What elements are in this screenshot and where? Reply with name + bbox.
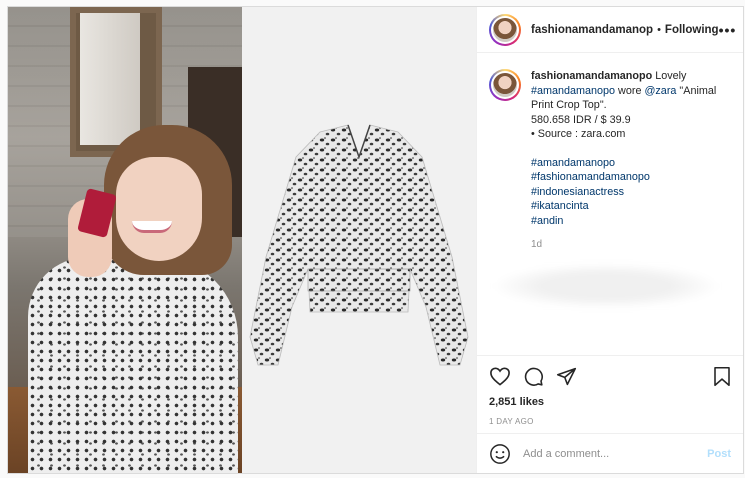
crop-top-image: [249, 124, 469, 366]
avatar[interactable]: [489, 69, 521, 101]
model-photo: [8, 7, 242, 473]
caption-text-wore: wore: [618, 84, 642, 97]
hashtag-link[interactable]: #ikatancinta: [531, 199, 731, 214]
avatar[interactable]: [489, 13, 521, 46]
caption-mention-brand[interactable]: @zara: [644, 85, 676, 97]
instagram-post: fashionamandamanop • Following ••• fashi…: [7, 6, 744, 474]
comment-icon[interactable]: [523, 366, 544, 387]
model-shirt: [28, 257, 238, 473]
caption-username[interactable]: fashionamandamanopo: [531, 70, 652, 82]
post-actions: 2,851 likes 1 DAY AGO: [477, 355, 743, 433]
caption-text: Lovely: [655, 70, 687, 82]
hashtag-link[interactable]: #indonesianactress: [531, 185, 731, 200]
action-icons: [489, 364, 731, 388]
post-header: fashionamandamanop • Following •••: [477, 7, 743, 53]
post-media[interactable]: [8, 7, 476, 473]
caption-price: 580.658 IDR / $ 39.9: [531, 113, 631, 126]
model-face: [116, 157, 202, 261]
window-curtain: [80, 13, 140, 145]
comment-input[interactable]: [523, 447, 708, 460]
more-icon[interactable]: •••: [719, 22, 737, 38]
hashtag-link[interactable]: #fashionamandamanopo: [531, 170, 731, 185]
following-button[interactable]: Following: [665, 24, 719, 36]
post-comment-button[interactable]: Post: [707, 448, 731, 460]
hashtag-link[interactable]: #andin: [531, 214, 731, 229]
likes-count[interactable]: 2,851 likes: [489, 396, 731, 408]
caption-timestamp: 1d: [531, 239, 543, 250]
bookmark-icon[interactable]: [713, 366, 731, 387]
header-separator: •: [657, 23, 661, 36]
caption-source: • Source : zara.com: [531, 128, 626, 140]
product-photo: [242, 7, 476, 473]
blurred-comments: [491, 262, 721, 309]
model-smile: [132, 221, 172, 233]
post-sidebar: fashionamandamanop • Following ••• fashi…: [476, 7, 743, 473]
comment-bar: Post: [477, 433, 743, 473]
post-date: 1 DAY AGO: [489, 417, 534, 426]
post-caption: fashionamandamanopo Lovely #amandamanopo…: [477, 53, 743, 355]
hashtag-link[interactable]: #amandamanopo: [531, 156, 731, 171]
caption-body: fashionamandamanopo Lovely #amandamanopo…: [491, 69, 731, 355]
caption-mention-user[interactable]: #amandamanopo: [531, 85, 615, 97]
share-icon[interactable]: [556, 366, 577, 387]
heart-icon[interactable]: [489, 366, 511, 386]
emoji-icon[interactable]: [489, 443, 511, 465]
header-username[interactable]: fashionamandamanop: [531, 24, 653, 36]
